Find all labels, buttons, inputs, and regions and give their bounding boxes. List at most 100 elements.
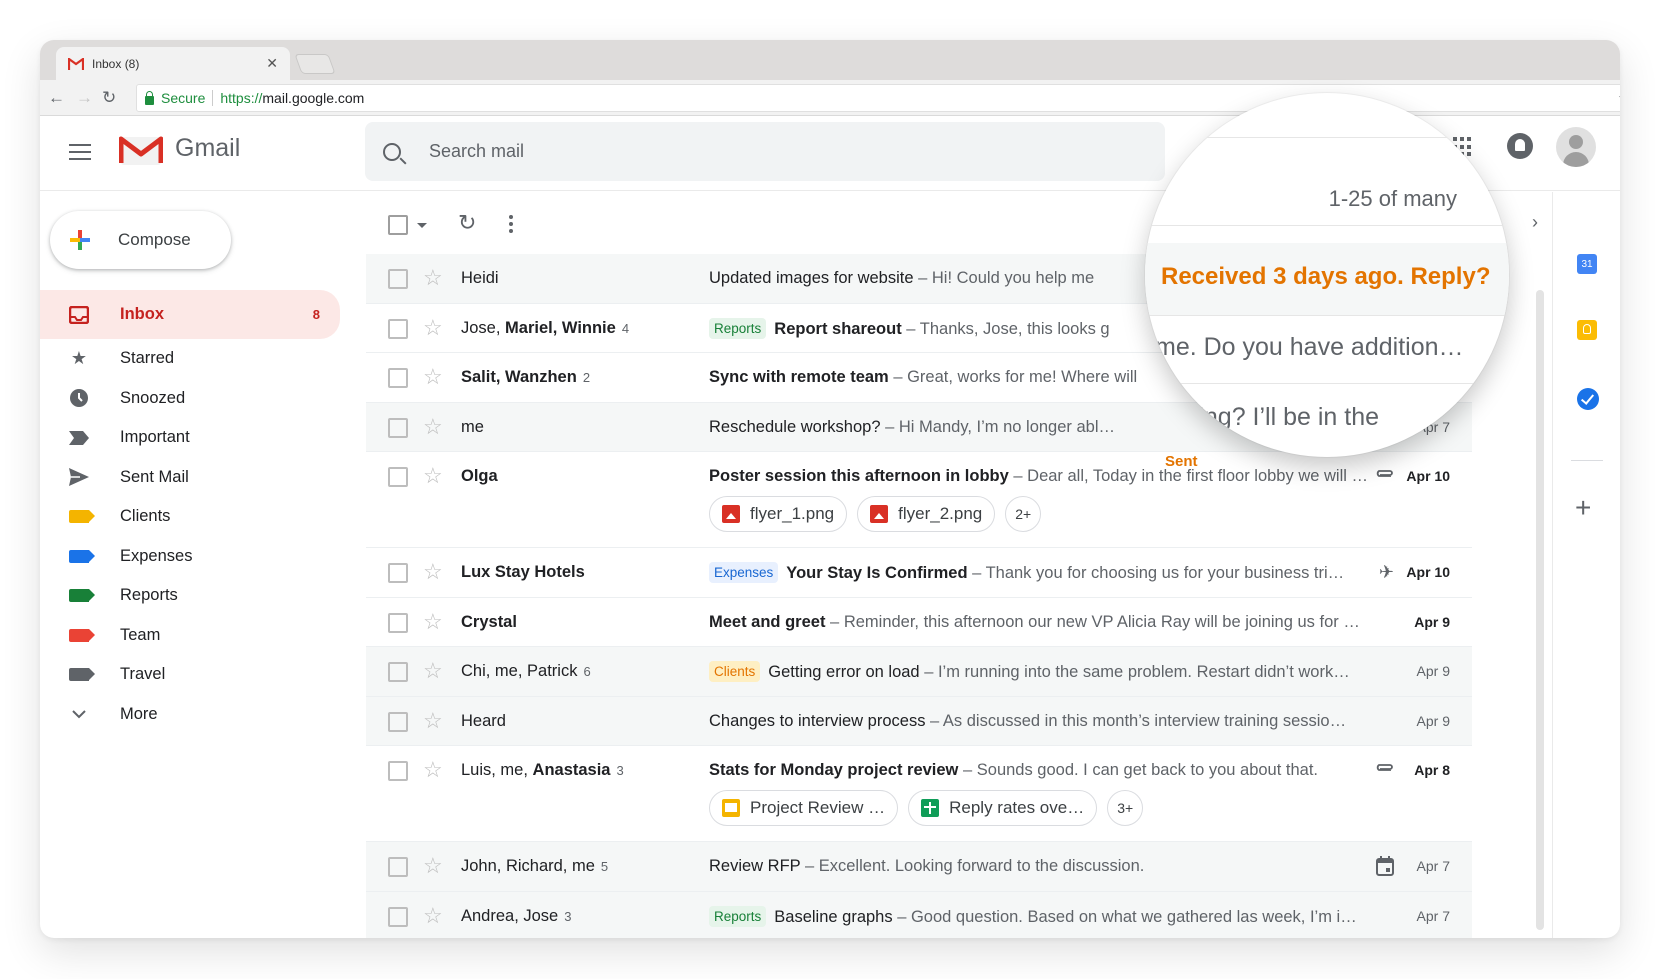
sidebar-item-clients[interactable]: Clients xyxy=(40,497,340,537)
sidebar-item-label: Starred xyxy=(120,349,175,368)
browser-tab[interactable]: Inbox (8) ✕ xyxy=(56,47,290,80)
star-icon[interactable]: ☆ xyxy=(423,609,443,635)
sidebar-item-more[interactable]: More xyxy=(40,695,340,735)
row-checkbox[interactable] xyxy=(388,612,408,633)
label-chip[interactable]: Clients xyxy=(709,661,761,682)
email-content: Poster session this afternoon in lobby –… xyxy=(709,467,1368,486)
sidebar-item-label: Reports xyxy=(120,586,178,605)
row-checkbox[interactable] xyxy=(388,761,408,781)
email-row[interactable]: ☆ Olga Poster session this afternoon in lo… xyxy=(366,452,1472,548)
notifications-icon[interactable] xyxy=(1507,133,1533,159)
select-all-checkbox[interactable] xyxy=(388,215,408,235)
email-content: Reports Baseline graphs – Good question. … xyxy=(709,905,1357,928)
row-checkbox[interactable] xyxy=(388,563,408,583)
main-menu-icon[interactable] xyxy=(69,144,91,160)
sidebar-item-travel[interactable]: Travel xyxy=(40,655,340,695)
row-checkbox[interactable] xyxy=(388,857,408,877)
star-icon[interactable]: ☆ xyxy=(423,708,443,734)
forward-arrow-icon[interactable]: → xyxy=(76,88,93,108)
next-page-icon[interactable]: › xyxy=(1532,212,1538,233)
scrollbar[interactable] xyxy=(1536,290,1544,930)
row-checkbox[interactable] xyxy=(388,269,408,289)
star-icon[interactable]: ☆ xyxy=(423,757,443,783)
row-checkbox[interactable] xyxy=(388,662,408,682)
calendar-icon[interactable]: 31 xyxy=(1577,254,1597,274)
row-checkbox[interactable] xyxy=(388,318,408,339)
attachment-name: Reply rates ove… xyxy=(949,798,1085,817)
email-row[interactable]: ☆ John, Richard, me 5 Review RFP – Excellen… xyxy=(366,842,1472,892)
slides-file-icon xyxy=(722,799,740,817)
star-icon[interactable]: ☆ xyxy=(423,463,443,489)
attachment-chip[interactable]: flyer_1.png xyxy=(709,496,848,532)
sidebar-item-important[interactable]: Important xyxy=(40,418,340,458)
mag-divider xyxy=(1145,315,1509,316)
tasks-icon[interactable] xyxy=(1577,388,1599,410)
email-row[interactable]: ☆ Chi, me, Patrick 6 Clients Getting error o… xyxy=(366,647,1472,697)
row-checkbox[interactable] xyxy=(388,368,408,388)
email-date: Apr 7 xyxy=(1416,907,1450,924)
sidebar-item-starred[interactable]: ★ Starred xyxy=(40,339,340,379)
new-tab-button[interactable] xyxy=(294,54,336,74)
star-icon[interactable]: ☆ xyxy=(423,315,443,341)
compose-label: Compose xyxy=(118,230,191,249)
row-checkbox[interactable] xyxy=(388,467,408,487)
attachment-chip[interactable]: Project Review … xyxy=(709,790,899,826)
email-date: Apr 9 xyxy=(1416,663,1450,679)
back-arrow-icon[interactable]: ← xyxy=(48,88,65,108)
row-checkbox[interactable] xyxy=(388,417,408,438)
add-addon-icon[interactable]: + xyxy=(1575,492,1591,524)
email-snippet-dash: – xyxy=(913,269,932,287)
star-icon[interactable]: ☆ xyxy=(423,364,443,390)
email-row[interactable]: ☆ Lux Stay Hotels Expenses Your Stay Is Con… xyxy=(366,548,1472,598)
sidebar-item-expenses[interactable]: Expenses xyxy=(40,537,340,577)
star-icon[interactable]: ☆ xyxy=(423,658,443,684)
compose-button[interactable]: Compose xyxy=(50,211,231,269)
url-separator xyxy=(212,90,214,106)
label-chip[interactable]: Reports xyxy=(709,317,767,339)
row-checkbox[interactable] xyxy=(388,711,408,732)
sidebar-item-sent-mail[interactable]: Sent Mail xyxy=(40,458,340,498)
sender: Lux Stay Hotels xyxy=(461,563,585,582)
sidebar-item-reports[interactable]: Reports xyxy=(40,576,340,616)
star-icon[interactable]: ☆ xyxy=(423,414,443,440)
sender: Crystal xyxy=(461,613,517,632)
email-content: Changes to interview process – As discus… xyxy=(709,712,1346,731)
star-icon[interactable]: ☆ xyxy=(423,559,443,585)
send-icon xyxy=(68,468,90,487)
email-snippet-dash: – xyxy=(958,761,977,779)
reply-nudge[interactable]: Received 3 days ago. Reply? xyxy=(1161,263,1490,291)
star-icon[interactable]: ☆ xyxy=(423,265,443,291)
email-row[interactable]: ☆ Heard Changes to interview process – As … xyxy=(366,696,1472,746)
email-row[interactable]: ☆ Andrea, Jose 3 Reports Baseline graphs – G… xyxy=(366,891,1472,938)
label-chip[interactable]: Expenses xyxy=(709,562,779,583)
keep-icon[interactable] xyxy=(1577,320,1597,340)
attachment-chip[interactable]: flyer_2.png xyxy=(857,496,996,532)
star-icon[interactable]: ☆ xyxy=(423,853,443,879)
close-tab-icon[interactable]: ✕ xyxy=(266,55,278,72)
reload-icon[interactable]: ↻ xyxy=(102,88,116,108)
email-snippet: Hi! Could you help me xyxy=(931,269,1095,287)
search-bar[interactable] xyxy=(365,122,1165,181)
refresh-icon[interactable]: ↻ xyxy=(458,210,476,236)
sidebar-item-team[interactable]: Team xyxy=(40,616,340,656)
more-attachments-chip[interactable]: 2+ xyxy=(1005,496,1042,532)
attachment-chip[interactable]: Reply rates ove… xyxy=(908,790,1098,826)
email-row[interactable]: ☆ Luis, me, Anastasia 3 Stats for Monday pr… xyxy=(366,746,1472,842)
more-options-icon[interactable] xyxy=(509,215,513,236)
row-checkbox[interactable] xyxy=(388,906,408,927)
search-input[interactable] xyxy=(429,141,1029,162)
email-snippet: Dear all, Today in the first floor lobby… xyxy=(1027,467,1368,485)
email-row[interactable]: ☆ Crystal Meet and greet – Reminder, this … xyxy=(366,597,1472,647)
sidebar-item-inbox[interactable]: Inbox 8 xyxy=(40,290,340,339)
label-chip[interactable]: Reports xyxy=(709,905,767,927)
sender-plain: Jose, xyxy=(461,318,506,337)
search-icon[interactable] xyxy=(383,142,401,161)
bookmark-star-icon[interactable]: ☆ xyxy=(1618,89,1620,109)
attachment-chips: Project Review … Reply rates ove… 3+ xyxy=(709,790,1144,826)
select-dropdown-icon[interactable] xyxy=(417,223,427,228)
star-icon[interactable]: ☆ xyxy=(423,903,443,929)
email-content: Stats for Monday project review – Sounds… xyxy=(709,761,1318,780)
account-avatar[interactable] xyxy=(1556,127,1596,167)
sidebar-item-snoozed[interactable]: Snoozed xyxy=(40,379,340,419)
more-attachments-chip[interactable]: 3+ xyxy=(1107,790,1144,826)
